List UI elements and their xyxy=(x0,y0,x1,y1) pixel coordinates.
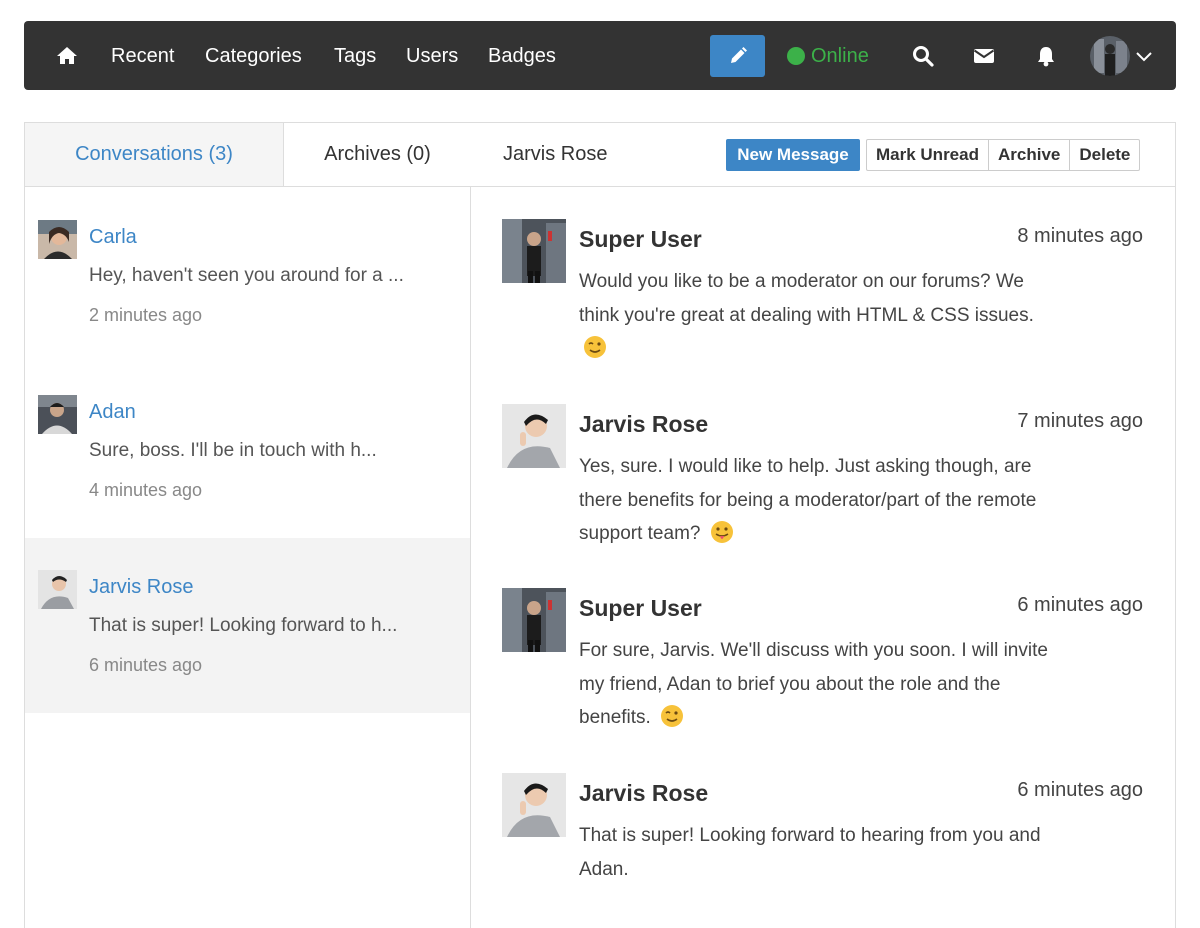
status-dot-icon xyxy=(787,47,805,65)
avatar xyxy=(502,773,566,837)
chevron-down-icon[interactable] xyxy=(1134,46,1154,66)
messages-panel: Conversations (3) Archives (0) Carla Hey… xyxy=(24,122,1176,928)
nav-link-tags[interactable]: Tags xyxy=(334,43,376,69)
search-icon[interactable] xyxy=(910,43,936,69)
nav-link-badges[interactable]: Badges xyxy=(488,43,556,69)
conversation-name: Adan xyxy=(89,401,136,423)
envelope-icon[interactable] xyxy=(971,43,997,69)
wink-emoji-icon xyxy=(584,336,606,358)
conversation-snippet: Sure, boss. I'll be in touch with h... xyxy=(89,440,377,461)
message-time: 6 minutes ago xyxy=(1017,594,1143,616)
wink-emoji-icon xyxy=(661,705,684,727)
compose-button[interactable] xyxy=(710,35,765,77)
pencil-icon xyxy=(730,47,747,63)
message-body: Yes, sure. I would like to help. Just as… xyxy=(579,450,1049,551)
avatar xyxy=(38,395,77,434)
avatar xyxy=(38,570,77,609)
home-icon[interactable] xyxy=(54,43,80,69)
top-navbar: Recent Categories Tags Users Badges Onli… xyxy=(24,21,1176,90)
archive-button[interactable]: Archive xyxy=(987,140,1069,170)
message-text: For sure, Jarvis. We'll discuss with you… xyxy=(579,640,1048,728)
avatar xyxy=(502,404,566,468)
conversation-item-adan[interactable]: Adan Sure, boss. I'll be in touch with h… xyxy=(25,363,470,538)
user-avatar[interactable] xyxy=(1090,36,1130,76)
message-text: Would you like to be a moderator on our … xyxy=(579,271,1034,326)
message-body: That is super! Looking forward to hearin… xyxy=(579,819,1049,886)
conversation-time: 6 minutes ago xyxy=(89,655,203,675)
message-text: That is super! Looking forward to hearin… xyxy=(579,825,1041,880)
nav-link-users[interactable]: Users xyxy=(406,43,458,69)
thread-action-group: Mark Unread Archive Delete xyxy=(866,139,1141,171)
conversation-snippet: That is super! Looking forward to h... xyxy=(89,615,398,636)
thread-header: Jarvis Rose New Message Mark Unread Arch… xyxy=(471,123,1175,187)
message-time: 8 minutes ago xyxy=(1017,225,1143,247)
message-time: 6 minutes ago xyxy=(1017,779,1143,801)
conversation-item-carla[interactable]: Carla Hey, haven't seen you around for a… xyxy=(25,188,470,363)
conversations-column: Conversations (3) Archives (0) Carla Hey… xyxy=(25,123,471,928)
thread-recipient: Jarvis Rose xyxy=(503,143,608,165)
new-message-button[interactable]: New Message xyxy=(726,139,860,171)
message-body: For sure, Jarvis. We'll discuss with you… xyxy=(579,634,1049,735)
message-author: Jarvis Rose xyxy=(579,780,709,806)
bell-icon[interactable] xyxy=(1033,43,1059,69)
tab-archives[interactable]: Archives (0) xyxy=(284,123,471,186)
tongue-emoji-icon xyxy=(710,521,733,543)
message-body: Would you like to be a moderator on our … xyxy=(579,265,1049,366)
message-author: Super User xyxy=(579,595,702,621)
nav-link-recent[interactable]: Recent xyxy=(111,43,174,69)
conversation-snippet: Hey, haven't seen you around for a ... xyxy=(89,265,404,286)
status-label: Online xyxy=(811,44,869,67)
avatar xyxy=(38,220,77,259)
avatar xyxy=(502,219,566,283)
conversation-tabs: Conversations (3) Archives (0) xyxy=(25,123,471,187)
message-author: Super User xyxy=(579,226,702,252)
conversation-time: 2 minutes ago xyxy=(89,305,203,325)
thread-column: Jarvis Rose New Message Mark Unread Arch… xyxy=(471,123,1175,928)
message-time: 7 minutes ago xyxy=(1017,410,1143,432)
conversation-name: Jarvis Rose xyxy=(89,576,194,598)
conversation-name: Carla xyxy=(89,226,137,248)
conversation-time: 4 minutes ago xyxy=(89,480,203,500)
conversation-item-jarvis-rose[interactable]: Jarvis Rose That is super! Looking forwa… xyxy=(25,538,470,713)
online-status[interactable]: Online xyxy=(787,43,869,69)
message-text: Yes, sure. I would like to help. Just as… xyxy=(579,456,1037,544)
delete-button[interactable]: Delete xyxy=(1069,140,1139,170)
mark-unread-button[interactable]: Mark Unread xyxy=(867,140,988,170)
tab-conversations[interactable]: Conversations (3) xyxy=(25,123,284,186)
nav-link-categories[interactable]: Categories xyxy=(205,43,302,69)
message-author: Jarvis Rose xyxy=(579,411,709,437)
avatar xyxy=(502,588,566,652)
